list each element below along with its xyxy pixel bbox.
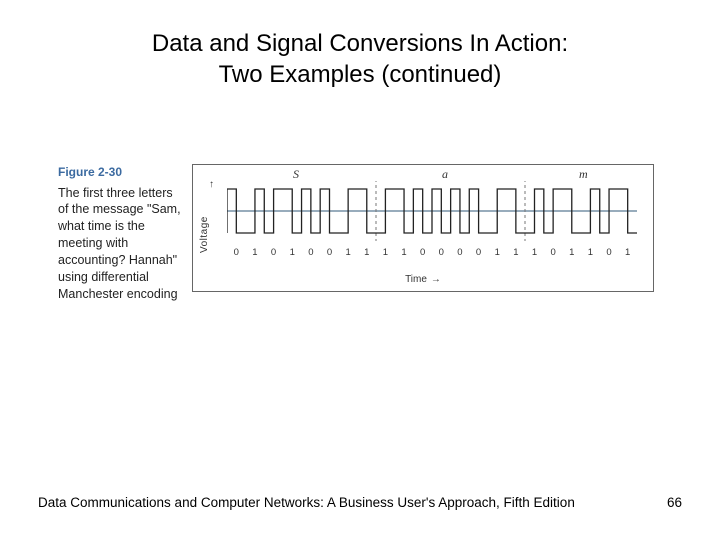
bit-label: 0 <box>234 247 239 258</box>
content-row: Figure 2-30 The first three letters of t… <box>0 164 720 302</box>
signal-diagram: Voltage ↑ S a m 0 1 0 1 0 0 1 1 1 1 0 0 0 0 1 1 1 0 1 1 0 1 T… <box>192 164 654 292</box>
bit-label: 1 <box>532 247 537 258</box>
slide-footer: Data Communications and Computer Network… <box>38 495 682 510</box>
x-axis-label-wrap: Time → <box>193 274 653 285</box>
bit-label: 0 <box>476 247 481 258</box>
bit-labels: 0 1 0 1 0 0 1 1 1 1 0 0 0 0 1 1 1 0 1 1 0 1 <box>227 247 637 267</box>
bit-label: 1 <box>401 247 406 258</box>
bit-label: 0 <box>439 247 444 258</box>
x-axis-arrow-icon: → <box>431 274 441 285</box>
x-axis-label: Time <box>405 274 427 285</box>
bit-label: 0 <box>327 247 332 258</box>
slide-title: Data and Signal Conversions In Action: T… <box>0 0 720 90</box>
letter-m: m <box>579 167 588 182</box>
bit-label: 1 <box>569 247 574 258</box>
title-line-2: Two Examples (continued) <box>219 61 502 88</box>
bit-label: 1 <box>625 247 630 258</box>
y-axis-arrow-icon: ↑ <box>209 179 214 190</box>
bit-label: 1 <box>364 247 369 258</box>
bit-label: 1 <box>588 247 593 258</box>
letter-markers: S a m <box>227 167 637 181</box>
figure-label: Figure 2-30 <box>58 164 186 180</box>
waveform-plot <box>227 181 637 241</box>
bit-label: 1 <box>290 247 295 258</box>
bit-label: 1 <box>252 247 257 258</box>
bit-label: 1 <box>345 247 350 258</box>
footer-source: Data Communications and Computer Network… <box>38 495 575 510</box>
letter-s: S <box>293 167 299 182</box>
bit-label: 0 <box>457 247 462 258</box>
bit-label: 1 <box>513 247 518 258</box>
y-axis-label-wrap: Voltage <box>199 183 217 255</box>
bit-label: 1 <box>495 247 500 258</box>
bit-label: 0 <box>420 247 425 258</box>
bit-label: 0 <box>271 247 276 258</box>
page-number: 66 <box>667 495 682 510</box>
bit-label: 0 <box>606 247 611 258</box>
figure-caption-text: The first three letters of the message "… <box>58 185 186 303</box>
bit-label: 0 <box>308 247 313 258</box>
y-axis-label: Voltage <box>199 217 210 254</box>
bit-label: 0 <box>550 247 555 258</box>
letter-a: a <box>442 167 448 182</box>
title-line-1: Data and Signal Conversions In Action: <box>152 30 568 57</box>
figure-caption-block: Figure 2-30 The first three letters of t… <box>58 164 186 302</box>
bit-label: 1 <box>383 247 388 258</box>
